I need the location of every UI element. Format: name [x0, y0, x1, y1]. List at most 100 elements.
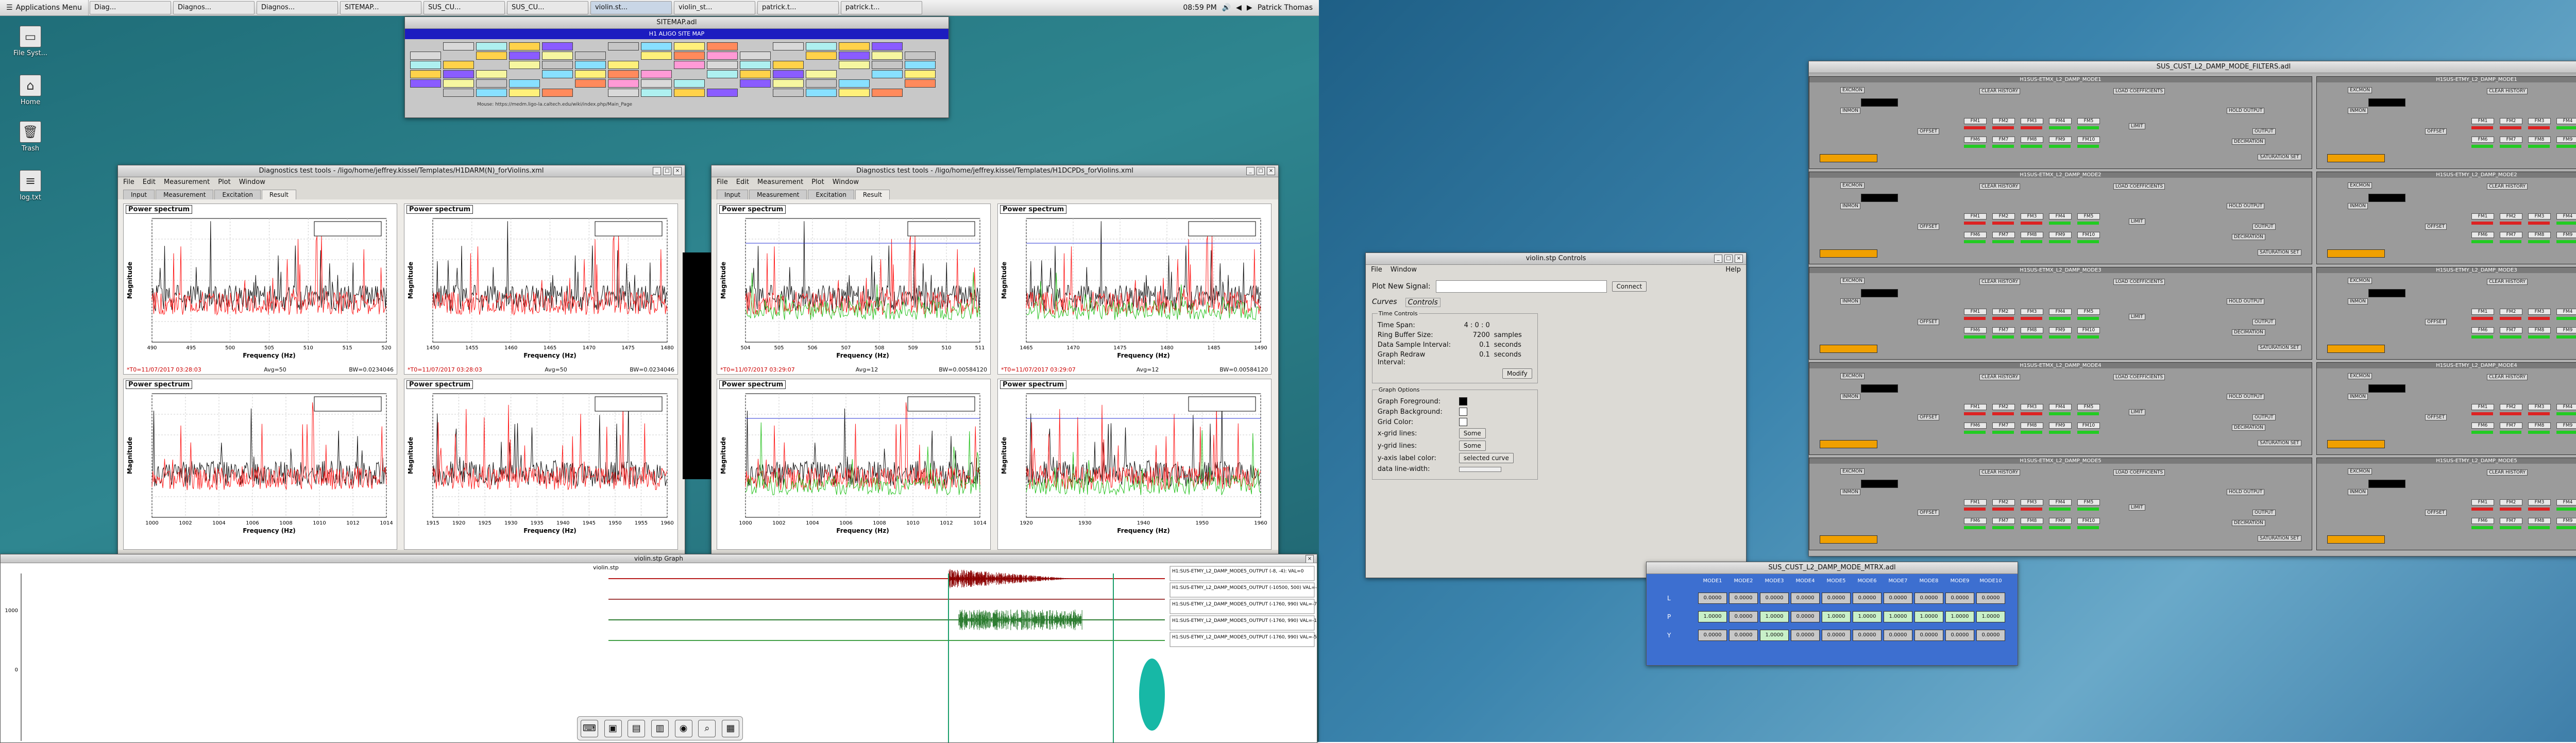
tab-curves[interactable]: Curves — [1372, 298, 1397, 307]
filter-fm-button[interactable]: FM2 — [1992, 404, 2015, 410]
filter-control[interactable]: CLEAR HISTORY — [2487, 183, 2528, 190]
filter-control[interactable]: EXCMON — [2348, 468, 2372, 475]
filter-fm-button[interactable]: FM9 — [2049, 327, 2072, 333]
menu-edit[interactable]: Edit — [736, 177, 749, 188]
filter-fm-button[interactable]: FM9 — [2556, 327, 2576, 333]
files-icon[interactable]: ▤ — [628, 719, 646, 737]
filter-control[interactable]: LOAD COEFFICIENTS — [2113, 183, 2165, 190]
filter-fm-button[interactable]: FM9 — [2556, 137, 2576, 143]
filter-control[interactable]: EXCMON — [1840, 468, 1865, 475]
taskbar-task[interactable]: Diagnos... — [173, 1, 255, 14]
diag2-title[interactable]: Diagnostics test tools - /ligo/home/jeff… — [711, 165, 1278, 177]
sitemap-link-button[interactable] — [872, 70, 903, 78]
filter-fm-button[interactable]: FM6 — [2471, 327, 2494, 333]
filter-fm-button[interactable]: FM5 — [2077, 118, 2100, 124]
matrix-cell[interactable]: 1.0000 — [1945, 611, 1974, 622]
filter-fm-button[interactable]: FM1 — [1964, 404, 1987, 410]
filter-fm-button[interactable]: FM9 — [2049, 423, 2072, 429]
tab-input[interactable]: Input — [717, 190, 749, 199]
filter-fm-button[interactable]: FM9 — [2556, 232, 2576, 238]
sitemap-link-button[interactable] — [542, 70, 573, 78]
sitemap-link-button[interactable] — [542, 52, 573, 60]
filter-fm-button[interactable]: FM1 — [1964, 309, 1987, 315]
filter-fm-button[interactable]: FM2 — [1992, 213, 2015, 219]
menu-plot[interactable]: Plot — [218, 177, 231, 188]
filter-control[interactable]: OFFSET — [1918, 319, 1940, 325]
filter-fm-button[interactable]: FM2 — [1992, 499, 2015, 505]
filter-fm-button[interactable]: FM9 — [2049, 518, 2072, 524]
filter-control[interactable]: LIMIT — [2129, 123, 2145, 129]
matrix-cell[interactable]: 0.0000 — [1945, 593, 1974, 604]
filter-fm-button[interactable]: FM4 — [2556, 499, 2576, 505]
filter-control[interactable]: OUTPUT — [2252, 319, 2276, 325]
filter-fm-button[interactable]: FM2 — [2500, 213, 2522, 219]
sitemap-link-button[interactable] — [608, 61, 639, 69]
sitemap-link-button[interactable] — [509, 89, 540, 97]
filter-control[interactable]: LOAD COEFFICIENTS — [2113, 469, 2165, 476]
browser-icon[interactable]: ◉ — [674, 719, 692, 737]
menu-file[interactable]: File — [717, 177, 728, 188]
matrix-cell[interactable]: 0.0000 — [1976, 630, 2005, 641]
filter-control[interactable]: LIMIT — [2129, 314, 2145, 320]
sitemap-link-button[interactable] — [707, 70, 738, 78]
filter-fm-button[interactable]: FM6 — [1964, 518, 1987, 524]
sitemap-link-button[interactable] — [443, 79, 474, 88]
filter-fm-button[interactable]: FM7 — [1992, 518, 2015, 524]
matrix-cell[interactable]: 1.0000 — [1914, 611, 1943, 622]
sitemap-link-button[interactable] — [740, 70, 771, 78]
power-spectrum-plot[interactable]: Power spectrum 1000 1002 1004 1006 1008 1010 10… — [717, 379, 991, 550]
filter-fm-button[interactable]: FM3 — [2021, 213, 2043, 219]
filter-fm-button[interactable]: FM10 — [2077, 423, 2100, 429]
color-swatch[interactable] — [1459, 418, 1467, 427]
filter-fm-button[interactable]: FM3 — [2021, 499, 2043, 505]
matrix-cell[interactable]: 0.0000 — [1853, 630, 1882, 641]
filter-control[interactable]: OFFSET — [1918, 510, 1940, 516]
close-icon[interactable]: × — [1735, 255, 1743, 263]
filter-control[interactable]: EXCMON — [2348, 182, 2372, 189]
filter-fm-button[interactable]: FM3 — [2021, 118, 2043, 124]
matrix-cell[interactable]: 1.0000 — [1698, 611, 1727, 622]
filter-fm-button[interactable]: FM5 — [2077, 404, 2100, 410]
maximize-icon[interactable]: □ — [1724, 255, 1733, 263]
filter-fm-button[interactable]: FM4 — [2049, 309, 2072, 315]
sitemap-link-button[interactable] — [740, 61, 771, 69]
sitemap-link-button[interactable] — [476, 70, 507, 78]
filter-control[interactable]: CLEAR HISTORY — [2487, 374, 2528, 380]
filter-control[interactable]: HOLD OUTPUT — [2227, 203, 2265, 209]
filter-control[interactable]: HOLD OUTPUT — [2227, 108, 2265, 114]
connect-button[interactable]: Connect — [1612, 281, 1647, 292]
menu-window[interactable]: Window — [239, 177, 265, 188]
filter-fm-button[interactable]: FM8 — [2528, 137, 2551, 143]
filter-fm-button[interactable]: FM8 — [2528, 518, 2551, 524]
minimize-icon[interactable]: _ — [653, 167, 661, 175]
terminal-icon[interactable]: ⌨ — [580, 719, 598, 737]
user-name[interactable]: Patrick Thomas — [1258, 4, 1313, 12]
sitemap-link-button[interactable] — [608, 70, 639, 78]
filter-fm-button[interactable]: FM1 — [1964, 118, 1987, 124]
sitemap-link-button[interactable] — [839, 79, 870, 88]
filter-control[interactable]: INMON — [1840, 298, 1860, 305]
filter-fm-button[interactable]: FM6 — [2471, 518, 2494, 524]
sitemap-link-button[interactable] — [443, 89, 474, 97]
matrix-cell[interactable]: 0.0000 — [1884, 593, 1912, 604]
sitemap-link-button[interactable] — [773, 79, 804, 88]
matrix-cell[interactable]: 0.0000 — [1914, 593, 1943, 604]
menu-measurement[interactable]: Measurement — [164, 177, 210, 188]
sitemap-link-button[interactable] — [542, 61, 573, 69]
menu-window[interactable]: Window — [833, 177, 859, 188]
filter-fm-button[interactable]: FM8 — [2021, 423, 2043, 429]
sitemap-link-button[interactable] — [872, 42, 903, 50]
sitemap-link-button[interactable] — [542, 89, 573, 97]
filter-fm-button[interactable]: FM6 — [1964, 423, 1987, 429]
sitemap-link-button[interactable] — [872, 52, 903, 60]
tab-excitation[interactable]: Excitation — [214, 190, 261, 199]
filter-fm-button[interactable]: FM1 — [2471, 499, 2494, 505]
sitemap-link-button[interactable] — [575, 52, 606, 60]
sitemap-link-button[interactable] — [641, 52, 672, 60]
filter-fm-button[interactable]: FM9 — [2556, 518, 2576, 524]
filter-fm-button[interactable]: FM1 — [1964, 213, 1987, 219]
sitemap-link-button[interactable] — [740, 79, 771, 88]
matrix-cell[interactable]: 0.0000 — [1760, 593, 1789, 604]
filter-fm-button[interactable]: FM6 — [1964, 327, 1987, 333]
maximize-icon[interactable]: □ — [663, 167, 671, 175]
